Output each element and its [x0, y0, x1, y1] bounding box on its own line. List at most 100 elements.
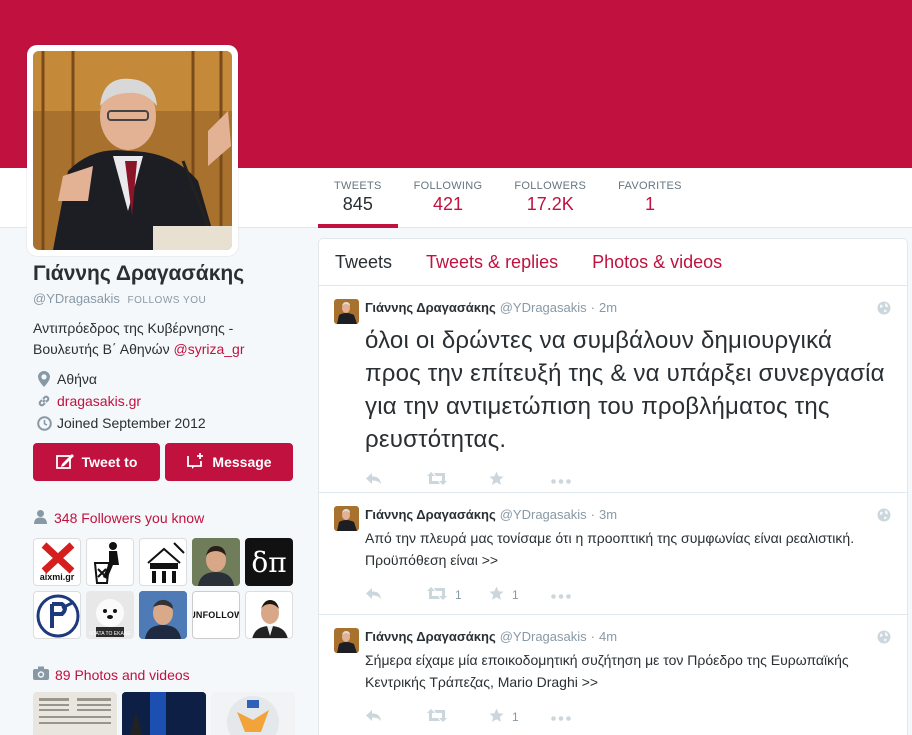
profile-card: Γιάννης Δραγασάκης @YDragasakis FOLLOWS …: [33, 262, 295, 434]
reply-icon: [365, 472, 382, 488]
photo-thumbnail[interactable]: [33, 692, 117, 735]
follower-avatar-label: δπ: [251, 545, 287, 579]
retweet-icon: [427, 472, 447, 488]
tweet-author-handle[interactable]: @YDragasakis: [500, 507, 587, 522]
follower-avatar[interactable]: ΝΤΑΤΑ ΤΟ ΕΚΑΝΕ: [86, 591, 134, 639]
follower-avatar-label: aixmi.gr: [39, 572, 75, 582]
tweet-dot-separator: ·: [590, 506, 595, 522]
tab-tweets[interactable]: Tweets: [335, 252, 392, 273]
follower-avatar[interactable]: aixmi.gr: [33, 538, 81, 586]
stat-label: TWEETS: [334, 180, 382, 192]
profile-stats: TWEETS 845 FOLLOWING 421 FOLLOWERS 17.2K…: [318, 168, 698, 228]
photo-thumbnail[interactable]: [211, 692, 295, 735]
tweet-avatar[interactable]: [334, 299, 359, 324]
follower-avatar-label: ΝΤΑΤΑ ΤΟ ΕΚΑΝΕ: [89, 631, 131, 637]
calendar-clock-icon: [33, 415, 55, 431]
retweet-button[interactable]: [427, 472, 489, 488]
reply-icon: [365, 587, 382, 603]
retweet-button[interactable]: [427, 709, 489, 725]
stat-tweets[interactable]: TWEETS 845: [318, 168, 398, 228]
more-button[interactable]: [551, 473, 613, 487]
more-dots-icon: [551, 710, 571, 724]
profile-handle[interactable]: @YDragasakis: [33, 291, 120, 306]
retweet-button[interactable]: 1: [427, 587, 489, 603]
profile-bio: Αντιπρόεδρος της Κυβέρνησης - Βουλευτής …: [33, 318, 295, 360]
stat-favorites[interactable]: FAVORITES 1: [602, 168, 698, 228]
tweet-author-name[interactable]: Γιάννης Δραγασάκης: [365, 507, 496, 522]
stat-following[interactable]: FOLLOWING 421: [398, 168, 499, 228]
compose-icon: [55, 452, 76, 473]
tweet-author-name[interactable]: Γιάννης Δραγασάκης: [365, 629, 496, 644]
stat-label: FAVORITES: [618, 180, 682, 192]
bio-mention-link[interactable]: @syriza_gr: [173, 341, 244, 357]
tab-photos-and-videos[interactable]: Photos & videos: [592, 252, 722, 273]
tweet-author-handle[interactable]: @YDragasakis: [500, 629, 587, 644]
photos-strip: [33, 692, 295, 735]
tweet-dot-separator: ·: [590, 628, 595, 644]
tweet-author-name[interactable]: Γιάννης Δραγασάκης: [365, 300, 496, 315]
favorite-button[interactable]: 1: [489, 586, 551, 604]
tweet-dot-separator: ·: [590, 299, 595, 315]
tweet-item[interactable]: Γιάννης Δραγασάκης @YDragasakis · 4m Σήμ…: [319, 615, 907, 735]
favorite-button[interactable]: 1: [489, 708, 551, 726]
follower-avatar[interactable]: [139, 591, 187, 639]
tweet-avatar[interactable]: [334, 628, 359, 653]
timeline-tabs: Tweets Tweets & replies Photos & videos: [319, 239, 907, 286]
tab-tweets-and-replies[interactable]: Tweets & replies: [426, 252, 558, 273]
followers-you-know-header[interactable]: 348 Followers you know: [33, 509, 204, 527]
website-link[interactable]: dragasakis.gr: [57, 393, 141, 409]
follower-avatar[interactable]: [192, 538, 240, 586]
followers-grid: aixmi.gr δπ ΝΤΑΤΑ ΤΟ ΕΚΑΝΕ UNFOLLOW: [33, 538, 293, 639]
follower-avatar[interactable]: [139, 538, 187, 586]
reply-icon: [365, 709, 382, 725]
tweet-to-button[interactable]: Tweet to: [33, 443, 160, 481]
avatar-photo: [33, 51, 232, 250]
more-dots-icon: [551, 473, 571, 487]
profile-meta: Αθήνα dragasakis.gr Joined September 201…: [33, 368, 295, 434]
photos-videos-header[interactable]: 89 Photos and videos: [33, 666, 190, 683]
globe-icon: [877, 630, 891, 649]
tweet-avatar[interactable]: [334, 506, 359, 531]
tweet-actions: 1 1: [365, 577, 892, 613]
tweet-item[interactable]: Γιάννης Δραγασάκης @YDragasakis · 2m όλο…: [319, 286, 907, 493]
more-button[interactable]: [551, 710, 613, 724]
tweet-author-handle[interactable]: @YDragasakis: [500, 300, 587, 315]
globe-icon: [877, 508, 891, 527]
profile-name[interactable]: Γιάννης Δραγασάκης: [33, 262, 295, 286]
favorite-button[interactable]: [489, 471, 551, 489]
stat-followers[interactable]: FOLLOWERS 17.2K: [498, 168, 602, 228]
reply-button[interactable]: [365, 472, 427, 488]
follower-avatar[interactable]: [33, 591, 81, 639]
retweet-icon: [427, 587, 447, 603]
tweet-timestamp[interactable]: 2m: [599, 300, 617, 315]
photos-videos-link[interactable]: 89 Photos and videos: [55, 667, 190, 683]
star-icon: [489, 586, 504, 604]
stat-value: 1: [644, 194, 655, 214]
follower-avatar[interactable]: [86, 538, 134, 586]
tweet-timestamp[interactable]: 3m: [599, 507, 617, 522]
reply-button[interactable]: [365, 709, 427, 725]
reply-button[interactable]: [365, 587, 427, 603]
stat-value: 421: [432, 194, 464, 214]
tweet-text: Σήμερα είχαμε μία εποικοδομητική συζήτησ…: [365, 652, 849, 690]
direct-message-icon: [186, 452, 206, 473]
star-icon: [489, 471, 504, 489]
location-pin-icon: [33, 371, 55, 387]
message-button[interactable]: Message: [165, 443, 293, 481]
followers-you-know-link[interactable]: 348 Followers you know: [54, 510, 204, 526]
tweet-to-label: Tweet to: [81, 454, 138, 470]
link-icon: [33, 394, 55, 408]
profile-avatar[interactable]: [27, 45, 238, 256]
tweet-item[interactable]: Γιάννης Δραγασάκης @YDragasakis · 3m Από…: [319, 493, 907, 615]
photo-thumbnail[interactable]: [122, 692, 206, 735]
more-button[interactable]: [551, 588, 613, 602]
camera-icon: [33, 666, 49, 683]
location-text: Αθήνα: [57, 371, 98, 387]
more-dots-icon: [551, 588, 571, 602]
tweet-timestamp[interactable]: 4m: [599, 629, 617, 644]
follower-avatar[interactable]: δπ: [245, 538, 293, 586]
follower-avatar[interactable]: [245, 591, 293, 639]
follower-avatar[interactable]: UNFOLLOW: [192, 591, 240, 639]
website-row: dragasakis.gr: [33, 390, 295, 412]
follower-avatar-label: UNFOLLOW: [193, 610, 239, 620]
